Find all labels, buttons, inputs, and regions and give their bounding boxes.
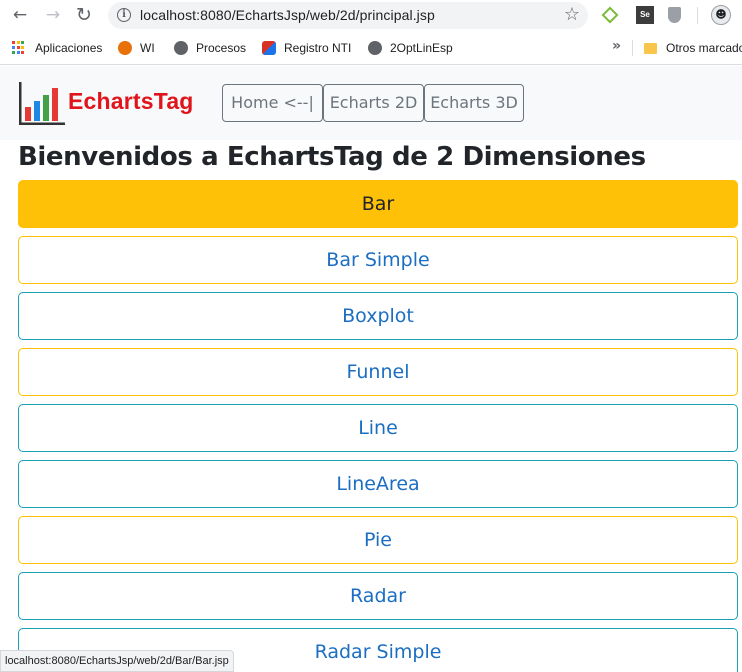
profile-avatar-icon[interactable]: ☻ [711, 5, 731, 25]
forward-arrow-icon[interactable]: → [42, 4, 64, 26]
bookmarks-separator [632, 40, 633, 56]
extension-shield-icon[interactable] [668, 7, 681, 23]
bookmark-aplicaciones[interactable]: Aplicaciones [12, 40, 102, 56]
chart-item-funnel[interactable]: Funnel [18, 348, 738, 396]
bookmark-label: Procesos [196, 41, 247, 55]
chart-item-bar[interactable]: Bar [18, 180, 738, 228]
reload-icon[interactable]: ↻ [73, 4, 95, 26]
bookmark-label: 2OptLinEsp [390, 41, 453, 55]
browser-toolbar: ← → ↻ i localhost:8080/EchartsJsp/web/2d… [0, 0, 742, 31]
bookmark-star-icon[interactable]: ☆ [564, 4, 580, 25]
bookmark-registro-nti[interactable]: Registro NTI [262, 40, 351, 56]
extension-diamond-icon[interactable] [601, 6, 619, 24]
apps-grid-icon [12, 41, 26, 55]
site-info-icon[interactable]: i [117, 8, 131, 22]
chart-item-pie[interactable]: Pie [18, 516, 738, 564]
globe-icon [368, 41, 382, 55]
page-title: Bienvenidos a EchartsTag de 2 Dimensione… [18, 142, 646, 172]
page-content: EchartsTag Home <--| Echarts 2D Echarts … [0, 66, 742, 672]
bookmark-wi[interactable]: WI [118, 40, 155, 56]
chart-item-boxplot[interactable]: Boxplot [18, 292, 738, 340]
address-url[interactable]: localhost:8080/EchartsJsp/web/2d/princip… [140, 7, 435, 23]
address-bar[interactable]: i localhost:8080/EchartsJsp/web/2d/princ… [108, 2, 588, 29]
bookmark-procesos[interactable]: Procesos [174, 40, 246, 56]
bookmark-2optlinesp[interactable]: 2OptLinEsp [368, 40, 453, 56]
gear-bookmark-icon [118, 41, 132, 55]
globe-icon [174, 41, 188, 55]
nti-icon [262, 41, 276, 55]
bookmark-otros-marcadores[interactable]: Otros marcado [644, 40, 742, 56]
bookmark-label: WI [140, 41, 155, 55]
chart-item-linearea[interactable]: LineArea [18, 460, 738, 508]
brand-name[interactable]: EchartsTag [68, 88, 194, 115]
toolbar-separator [697, 7, 698, 24]
extension-selenium-icon[interactable]: Se [636, 6, 654, 24]
chart-item-bar-simple[interactable]: Bar Simple [18, 236, 738, 284]
nav-home-button[interactable]: Home <--| [222, 84, 323, 122]
nav-echarts-3d-button[interactable]: Echarts 3D [424, 84, 524, 122]
bookmark-label: Otros marcado [666, 41, 742, 55]
link-status-bar: localhost:8080/EchartsJsp/web/2d/Bar/Bar… [0, 650, 234, 672]
nav-echarts-2d-button[interactable]: Echarts 2D [323, 84, 424, 122]
site-navbar: EchartsTag Home <--| Echarts 2D Echarts … [0, 66, 742, 140]
folder-icon [644, 42, 657, 54]
bookmarks-bar: Aplicaciones WI Procesos Registro NTI 2O… [0, 31, 742, 65]
bookmark-label: Aplicaciones [35, 41, 103, 55]
more-bookmarks-chevron-icon[interactable]: » [612, 38, 621, 54]
back-arrow-icon[interactable]: ← [9, 4, 31, 26]
bookmark-label: Registro NTI [284, 41, 352, 55]
chart-item-line[interactable]: Line [18, 404, 738, 452]
chart-item-radar[interactable]: Radar [18, 572, 738, 620]
bar-chart-logo-icon[interactable] [16, 81, 66, 126]
